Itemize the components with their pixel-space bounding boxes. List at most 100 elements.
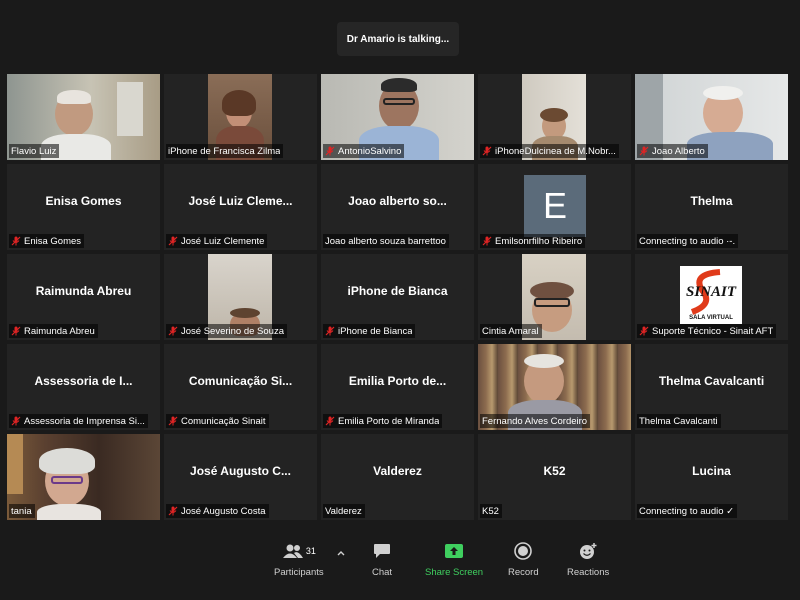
sinait-logo-mark: SINAIT SALA VIRTUAL — [686, 269, 737, 321]
participant-display-name: Comunicação Si... — [188, 374, 293, 388]
participant-tile[interactable]: K52 K52 — [478, 434, 631, 520]
muted-mic-icon — [11, 416, 21, 426]
participant-display-name: José Augusto C... — [190, 464, 291, 478]
participant-tile[interactable]: Flavio Luiz — [7, 74, 160, 160]
muted-mic-icon — [168, 236, 178, 246]
participant-name: K52 — [480, 504, 502, 518]
participant-name: Comunicação Sinait — [166, 414, 269, 428]
muted-mic-icon — [168, 416, 178, 426]
muted-mic-icon — [325, 416, 335, 426]
participant-display-name: iPhone de Bianca — [347, 284, 448, 298]
participant-display-name: Valderez — [373, 464, 422, 478]
participant-name: Joao alberto souza barrettoo — [323, 234, 449, 248]
chat-icon — [374, 544, 391, 558]
participant-name: iPhone de Bianca — [323, 324, 416, 338]
muted-mic-icon — [639, 146, 649, 156]
participant-tile[interactable]: Valderez Valderez — [321, 434, 474, 520]
muted-mic-icon — [325, 146, 335, 156]
participant-name: Emilia Porto de Miranda — [323, 414, 443, 428]
participant-name: tania — [9, 504, 35, 518]
record-icon — [514, 542, 533, 560]
chat-button[interactable]: Chat — [372, 540, 392, 578]
participant-tile[interactable]: iPhone de Bianca iPhone de Bianca — [321, 254, 474, 340]
participant-name: iPhone de Francisca Zilma — [166, 144, 284, 158]
participant-name: Fernando Alves Cordeiro — [480, 414, 591, 428]
participant-tile[interactable]: Thelma Cavalcanti Thelma Cavalcanti — [635, 344, 788, 430]
participants-button[interactable]: 31 Participants — [274, 540, 324, 578]
participant-tile[interactable]: iPhoneDulcinea de M.Nobr... — [478, 74, 631, 160]
participant-display-name: K52 — [543, 464, 566, 478]
participant-tile[interactable]: Enisa Gomes Enisa Gomes — [7, 164, 160, 250]
participant-name: Flavio Luiz — [9, 144, 60, 158]
participants-count: 31 — [305, 546, 316, 556]
record-label: Record — [508, 567, 539, 578]
participant-tile[interactable]: Raimunda Abreu Raimunda Abreu — [7, 254, 160, 340]
muted-mic-icon — [325, 326, 335, 336]
muted-mic-icon — [11, 236, 21, 246]
muted-mic-icon — [639, 326, 649, 336]
participant-display-name: Enisa Gomes — [45, 194, 122, 208]
muted-mic-icon — [168, 506, 178, 516]
participant-display-name: Assessoria de I... — [34, 374, 133, 388]
participant-name: Thelma Cavalcanti — [637, 414, 721, 428]
participant-tile[interactable]: Joao Alberto — [635, 74, 788, 160]
record-button[interactable]: Record — [508, 540, 539, 578]
participants-icon — [282, 544, 303, 558]
participant-tile[interactable]: José Augusto C... José Augusto Costa — [164, 434, 317, 520]
participant-tile[interactable]: Thelma Connecting to audio ·-. — [635, 164, 788, 250]
participant-name: Enisa Gomes — [9, 234, 85, 248]
talking-indicator: Dr Amario is talking... — [337, 22, 459, 56]
participant-name: José Luiz Clemente — [166, 234, 268, 248]
reactions-icon — [580, 543, 597, 559]
participant-name: Connecting to audio ·-. — [637, 234, 739, 248]
participant-name: iPhoneDulcinea de M.Nobr... — [480, 144, 619, 158]
participant-tile[interactable]: Assessoria de I... Assessoria de Imprens… — [7, 344, 160, 430]
participants-label: Participants — [274, 567, 324, 578]
participant-tile[interactable]: Cintia Amaral — [478, 254, 631, 340]
muted-mic-icon — [168, 326, 178, 336]
participant-display-name: José Luiz Cleme... — [188, 194, 293, 208]
participant-tile[interactable]: Joao alberto so... Joao alberto souza ba… — [321, 164, 474, 250]
participant-name: Connecting to audio ✓ — [637, 504, 738, 518]
participant-name: Suporte Técnico - Sinait AFT — [637, 324, 777, 338]
participant-tile[interactable]: Lucina Connecting to audio ✓ — [635, 434, 788, 520]
participant-name: AntonioSalvino — [323, 144, 405, 158]
participant-tile[interactable]: AntonioSalvino — [321, 74, 474, 160]
sinait-logo: SINAIT SALA VIRTUAL — [680, 266, 742, 324]
participant-display-name: Thelma — [690, 194, 733, 208]
participant-tile[interactable]: iPhone de Francisca Zilma — [164, 74, 317, 160]
participant-tile-active-speaker[interactable]: Fernando Alves Cordeiro — [478, 344, 631, 430]
participant-tile[interactable]: SINAIT SALA VIRTUAL Suporte Técnico - Si… — [635, 254, 788, 340]
participant-name: Joao Alberto — [637, 144, 708, 158]
participant-tile[interactable]: Emilia Porto de... Emilia Porto de Miran… — [321, 344, 474, 430]
participant-name: Cintia Amaral — [480, 324, 542, 338]
participant-name: José Augusto Costa — [166, 504, 269, 518]
participant-tile[interactable]: tania — [7, 434, 160, 520]
video-gallery: Flavio Luiz iPhone de Francisca Zilma An… — [7, 74, 788, 520]
participant-tile[interactable]: Comunicação Si... Comunicação Sinait — [164, 344, 317, 430]
share-screen-icon — [445, 544, 464, 558]
chat-label: Chat — [372, 567, 393, 578]
share-screen-button[interactable]: Share Screen — [425, 540, 483, 578]
participant-display-name: Raimunda Abreu — [35, 284, 132, 298]
participant-name: Valderez — [323, 504, 365, 518]
participant-name: Assessoria de Imprensa Si... — [9, 414, 148, 428]
svg-text:SINAIT: SINAIT — [686, 284, 737, 300]
participant-display-name: Lucina — [692, 464, 731, 478]
muted-mic-icon — [482, 236, 492, 246]
reactions-button[interactable]: Reactions — [567, 540, 609, 578]
participants-chevron-up-icon[interactable] — [336, 544, 346, 562]
reactions-label: Reactions — [567, 567, 610, 578]
meeting-toolbar: 31 Participants Chat Share Screen Record… — [0, 530, 800, 600]
participant-tile[interactable]: José Luiz Cleme... José Luiz Clemente — [164, 164, 317, 250]
participant-name: Emilsonrfilho Ribeiro — [480, 234, 586, 248]
participant-tile[interactable]: José Severino de Souza — [164, 254, 317, 340]
participant-tile[interactable]: E Emilsonrfilho Ribeiro — [478, 164, 631, 250]
svg-text:SALA VIRTUAL: SALA VIRTUAL — [689, 315, 733, 321]
participant-display-name: Thelma Cavalcanti — [658, 374, 765, 388]
avatar: E — [524, 175, 586, 237]
share-screen-label: Share Screen — [425, 567, 484, 578]
muted-mic-icon — [11, 326, 21, 336]
participant-display-name: Joao alberto so... — [348, 194, 447, 208]
participant-name: José Severino de Souza — [166, 324, 287, 338]
